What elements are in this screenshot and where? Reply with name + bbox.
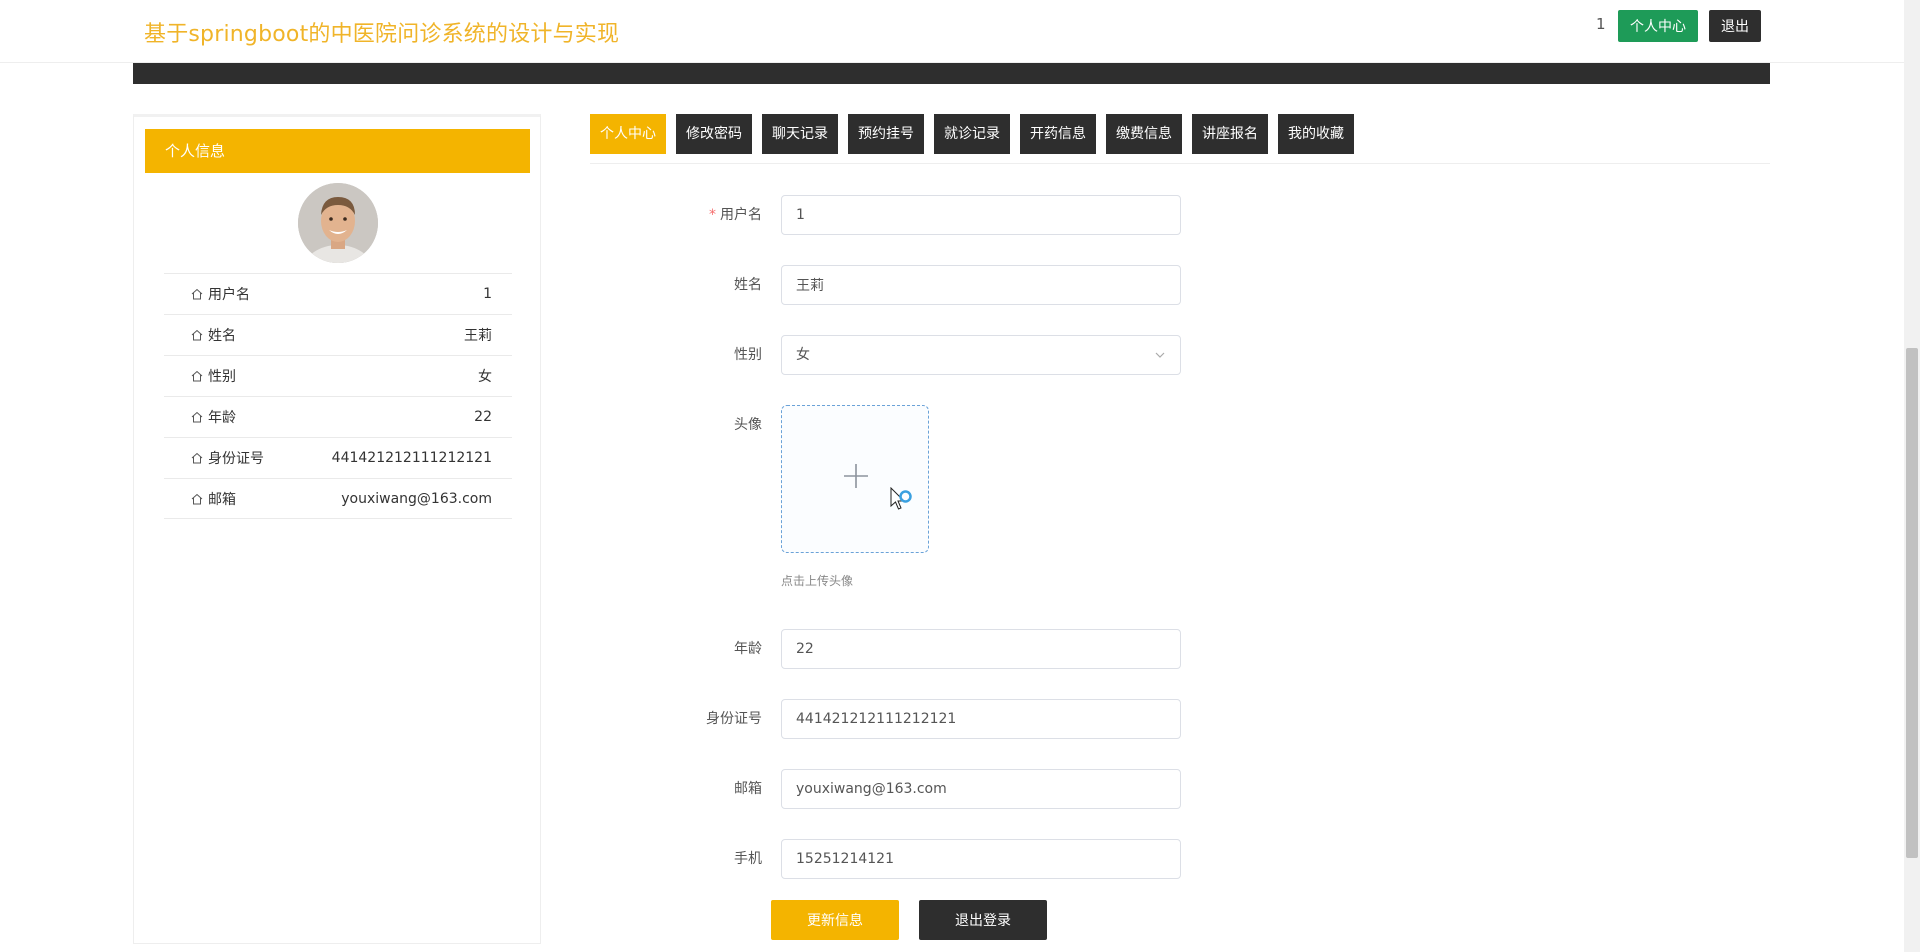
sign-out-button[interactable]: 退出登录 — [919, 900, 1047, 940]
profile-label: 性别 — [208, 369, 236, 385]
profile-row-username: 用户名 1 — [164, 273, 512, 314]
tab-lecture-signup[interactable]: 讲座报名 — [1192, 114, 1268, 154]
profile-label: 年龄 — [208, 410, 236, 426]
profile-value: 441421212111212121 — [331, 450, 492, 466]
home-icon — [191, 452, 203, 464]
current-user-id: 1 — [1596, 15, 1606, 33]
profile-value: 1 — [483, 286, 492, 302]
profile-value: 王莉 — [464, 328, 492, 344]
profile-row-email: 邮箱 youxiwang@163.com — [164, 478, 512, 519]
email-label: 邮箱 — [734, 781, 762, 797]
profile-value: 22 — [474, 409, 492, 425]
phone-label: 手机 — [734, 851, 762, 867]
update-info-button[interactable]: 更新信息 — [771, 900, 899, 940]
avatar-label: 头像 — [734, 417, 762, 433]
gender-label: 性别 — [734, 347, 762, 363]
id-number-input[interactable] — [781, 699, 1181, 739]
email-input[interactable] — [781, 769, 1181, 809]
required-mark: * — [709, 207, 716, 223]
tab-visit-records[interactable]: 就诊记录 — [934, 114, 1010, 154]
username-label-text: 用户名 — [720, 207, 762, 223]
tab-favorites[interactable]: 我的收藏 — [1278, 114, 1354, 154]
username-input[interactable] — [781, 195, 1181, 235]
home-icon — [191, 288, 203, 300]
name-label: 姓名 — [734, 277, 762, 293]
home-icon — [191, 370, 203, 382]
tab-personal-center[interactable]: 个人中心 — [590, 114, 666, 154]
profile-value: 女 — [478, 369, 492, 385]
profile-panel-title: 个人信息 — [145, 129, 530, 173]
gender-selected-value: 女 — [796, 347, 810, 363]
form-row-phone: 手机 — [690, 839, 1181, 879]
chevron-down-icon — [1155, 352, 1165, 358]
form-row-name: 姓名 — [690, 265, 1181, 305]
form-row-username: * 用户名 — [690, 195, 1181, 235]
avatar — [298, 183, 378, 263]
plus-icon — [844, 464, 868, 488]
tab-chat-records[interactable]: 聊天记录 — [762, 114, 838, 154]
home-icon — [191, 329, 203, 341]
phone-input[interactable] — [781, 839, 1181, 879]
avatar-photo-icon — [298, 183, 378, 263]
form-row-avatar: 头像 — [690, 405, 1180, 445]
tab-appointments[interactable]: 预约挂号 — [848, 114, 924, 154]
gender-select[interactable]: 女 — [781, 335, 1181, 375]
name-input[interactable] — [781, 265, 1181, 305]
top-header: 基于springboot的中医院问诊系统的设计与实现 1 个人中心 退出 — [0, 0, 1904, 63]
user-center-tabs: 个人中心 修改密码 聊天记录 预约挂号 就诊记录 开药信息 缴费信息 讲座报名 … — [590, 114, 1364, 154]
tab-payments[interactable]: 缴费信息 — [1106, 114, 1182, 154]
profile-panel: 个人信息 用户名 1 姓名 王莉 性别 女 年龄 22 身份证号 4414212… — [133, 114, 541, 944]
personal-center-button[interactable]: 个人中心 — [1618, 10, 1698, 42]
site-title: 基于springboot的中医院问诊系统的设计与实现 — [144, 22, 620, 47]
profile-row-gender: 性别 女 — [164, 355, 512, 396]
profile-row-id-number: 身份证号 441421212111212121 — [164, 437, 512, 478]
page-scrollbar-thumb[interactable] — [1906, 348, 1918, 858]
age-input[interactable] — [781, 629, 1181, 669]
avatar-upload-box[interactable] — [781, 405, 929, 553]
tabs-divider — [590, 163, 1770, 164]
id-number-label: 身份证号 — [706, 711, 762, 727]
profile-row-age: 年龄 22 — [164, 396, 512, 437]
mouse-cursor-icon — [890, 487, 912, 510]
home-icon — [191, 493, 203, 504]
profile-value: youxiwang@163.com — [341, 490, 492, 507]
profile-label: 身份证号 — [208, 451, 264, 467]
home-icon — [191, 411, 203, 423]
username-label: * 用户名 — [709, 195, 762, 235]
profile-label: 姓名 — [208, 328, 236, 344]
form-row-gender: 性别 女 — [690, 335, 1181, 375]
tab-prescriptions[interactable]: 开药信息 — [1020, 114, 1096, 154]
logout-button[interactable]: 退出 — [1709, 10, 1761, 42]
upload-tip: 点击上传头像 — [781, 574, 854, 588]
profile-label: 用户名 — [208, 287, 250, 303]
age-label: 年龄 — [734, 641, 762, 657]
profile-label: 邮箱 — [208, 491, 236, 508]
form-row-id-number: 身份证号 — [690, 699, 1181, 739]
tab-change-password[interactable]: 修改密码 — [676, 114, 752, 154]
form-row-age: 年龄 — [690, 629, 1181, 669]
form-row-email: 邮箱 — [690, 769, 1181, 809]
profile-info-list: 用户名 1 姓名 王莉 性别 女 年龄 22 身份证号 441421212111… — [164, 273, 512, 519]
profile-row-name: 姓名 王莉 — [164, 314, 512, 355]
